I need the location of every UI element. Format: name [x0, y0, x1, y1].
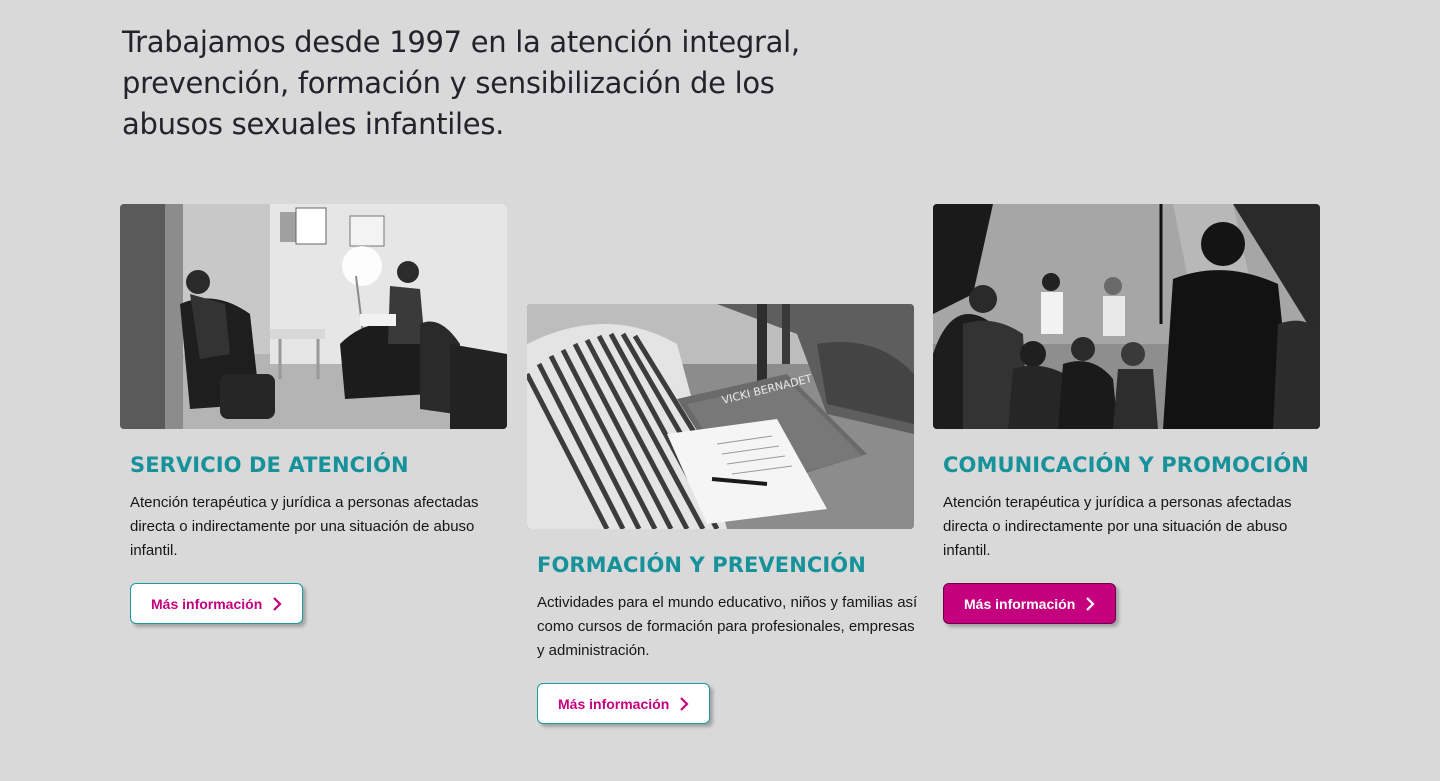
button-label: Más información [558, 695, 670, 712]
public-talk-photo [933, 204, 1320, 429]
card-description: Actividades para el mundo educativo, niñ… [537, 594, 918, 659]
chevron-right-icon [1085, 596, 1095, 611]
card-description: Atención terapéutica y jurídica a person… [943, 494, 1292, 559]
card-title: FORMACIÓN Y PREVENCIÓN [537, 553, 866, 577]
card-title: COMUNICACIÓN Y PROMOCIÓN [943, 453, 1309, 477]
chevron-right-icon [272, 596, 282, 611]
service-card-formacion: VICKI BERNADET FORMACIÓN Y PREVENCIÓN Ac… [527, 304, 917, 724]
button-label: Más información [964, 595, 1076, 612]
more-info-button[interactable]: Más información [943, 583, 1117, 624]
book-and-notebook-photo: VICKI BERNADET [527, 304, 914, 529]
chevron-right-icon [679, 696, 689, 711]
intro-text: Trabajamos desde 1997 en la atención int… [122, 25, 800, 141]
more-info-button[interactable]: Más información [537, 683, 711, 724]
card-description: Atención terapéutica y jurídica a person… [130, 494, 479, 559]
service-card-comunicacion: COMUNICACIÓN Y PROMOCIÓN Atención terapé… [933, 204, 1320, 624]
therapy-session-photo [120, 204, 507, 429]
service-card-atencion: SERVICIO DE ATENCIÓN Atención terapéutic… [120, 204, 507, 624]
more-info-button[interactable]: Más información [130, 583, 304, 624]
button-label: Más información [151, 595, 263, 612]
card-title: SERVICIO DE ATENCIÓN [130, 453, 409, 477]
